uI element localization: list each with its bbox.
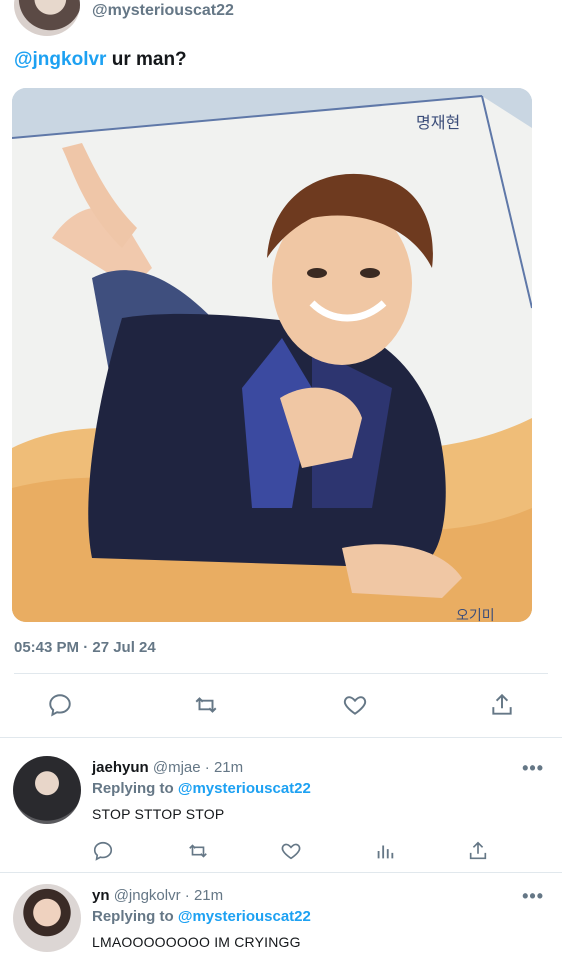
reply-avatar[interactable]	[13, 756, 81, 824]
replying-to: Replying to @mysteriouscat22	[92, 780, 311, 797]
more-icon[interactable]: •••	[522, 758, 544, 779]
share-button[interactable]	[467, 840, 491, 864]
reply-header: yn @jngkolvr · 21m	[92, 887, 223, 904]
replying-to: Replying to @mysteriouscat22	[92, 908, 311, 925]
reply-handle[interactable]: @mjae	[153, 759, 201, 776]
reply-icon	[93, 841, 113, 861]
reply-text: STOP STTOP STOP	[92, 806, 225, 822]
like-icon	[281, 843, 301, 860]
reply-button[interactable]	[44, 689, 76, 721]
author-avatar[interactable]	[14, 0, 80, 36]
tweet-body: ur man?	[106, 49, 187, 70]
tweet-photo[interactable]: 명재현 오기미	[12, 88, 532, 622]
like-button[interactable]	[280, 840, 304, 864]
tweet-text: @jngkolvr ur man?	[14, 49, 187, 71]
retweet-icon	[189, 844, 207, 858]
reply-name[interactable]: jaehyun	[92, 759, 149, 776]
media-caption-top: 명재현	[416, 113, 460, 132]
media-caption-bottom: 오기미	[456, 608, 495, 622]
replying-label: Replying to	[92, 780, 174, 797]
retweet-button[interactable]	[190, 689, 222, 721]
divider	[14, 673, 548, 674]
reply-time: · 21m	[184, 887, 224, 904]
reply-text: LMAOOOOOOOO IM CRYINGG	[92, 934, 301, 950]
share-button[interactable]	[486, 689, 518, 721]
retweet-icon	[195, 697, 217, 713]
divider	[0, 737, 562, 738]
tweet-timestamp[interactable]: 05:43 PM · 27 Jul 24	[14, 639, 156, 656]
reply-name[interactable]: yn	[92, 887, 110, 904]
reply-handle[interactable]: @jngkolvr	[114, 887, 181, 904]
replying-mention[interactable]: @mysteriouscat22	[178, 780, 311, 797]
replying-mention[interactable]: @mysteriouscat22	[178, 908, 311, 925]
more-icon[interactable]: •••	[522, 886, 544, 907]
like-icon	[343, 696, 367, 715]
like-button[interactable]	[339, 689, 371, 721]
share-icon	[492, 693, 512, 715]
analytics-icon	[377, 845, 394, 859]
reply-button[interactable]	[92, 840, 116, 864]
reply-header: jaehyun @mjae · 21m	[92, 759, 243, 776]
replying-label: Replying to	[92, 908, 174, 925]
reply-avatar[interactable]	[13, 884, 81, 952]
retweet-button[interactable]	[187, 840, 211, 864]
analytics-button[interactable]	[374, 840, 398, 864]
divider	[0, 872, 562, 873]
reply-icon	[49, 694, 71, 717]
tweet-mention[interactable]: @jngkolvr	[14, 49, 106, 70]
author-handle[interactable]: @mysteriouscat22	[92, 2, 234, 20]
reply-time: · 21m	[204, 759, 244, 776]
share-icon	[469, 841, 487, 860]
